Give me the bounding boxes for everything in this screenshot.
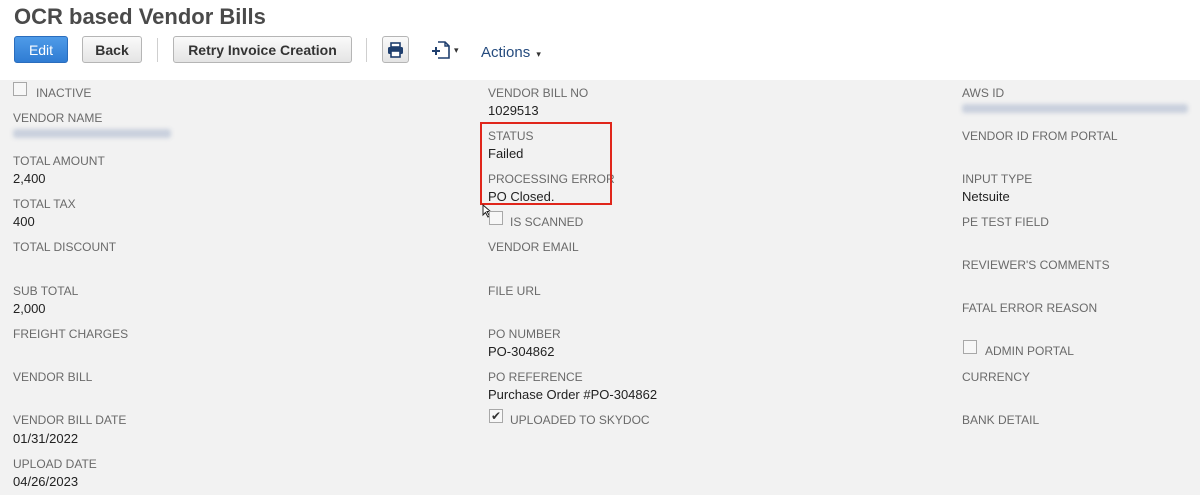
chevron-down-icon: ▾ bbox=[536, 49, 541, 59]
total-amount-value: 2,400 bbox=[13, 171, 46, 186]
vendor-name-redacted-value bbox=[13, 129, 171, 138]
bank-detail-label: BANK DETAIL bbox=[962, 413, 1040, 427]
toolbar-divider bbox=[366, 38, 367, 62]
checkmark-icon: ✔ bbox=[490, 409, 502, 423]
printer-icon bbox=[388, 41, 403, 58]
total-tax-label: TOTAL TAX bbox=[13, 197, 76, 211]
vendor-bill-no-label: VENDOR BILL NO bbox=[488, 86, 589, 100]
aws-id-label: AWS ID bbox=[962, 86, 1005, 100]
vendor-bill-label: VENDOR BILL bbox=[13, 370, 93, 384]
new-record-menu[interactable]: ▾ bbox=[430, 38, 459, 62]
aws-id-redacted-value bbox=[962, 104, 1188, 113]
vendor-bill-date-label: VENDOR BILL DATE bbox=[13, 413, 127, 427]
is-scanned-label: IS SCANNED bbox=[510, 215, 584, 229]
total-amount-label: TOTAL AMOUNT bbox=[13, 154, 105, 168]
retry-invoice-creation-button[interactable]: Retry Invoice Creation bbox=[173, 36, 352, 63]
chevron-down-icon: ▾ bbox=[454, 44, 459, 55]
file-url-label: FILE URL bbox=[488, 284, 541, 298]
vendor-id-from-portal-label: VENDOR ID FROM PORTAL bbox=[962, 129, 1118, 143]
actions-label: Actions bbox=[481, 44, 531, 61]
po-number-label: PO NUMBER bbox=[488, 327, 561, 341]
reviewers-comments-label: REVIEWER'S COMMENTS bbox=[962, 258, 1110, 272]
is-scanned-checkbox[interactable] bbox=[489, 211, 503, 225]
inactive-label: INACTIVE bbox=[36, 86, 92, 100]
input-type-label: INPUT TYPE bbox=[962, 172, 1033, 186]
currency-label: CURRENCY bbox=[962, 370, 1031, 384]
freight-charges-label: FREIGHT CHARGES bbox=[13, 327, 129, 341]
vendor-bill-date-value: 01/31/2022 bbox=[13, 431, 79, 446]
sub-total-label: SUB TOTAL bbox=[13, 284, 79, 298]
admin-portal-checkbox[interactable] bbox=[963, 340, 977, 354]
admin-portal-label: ADMIN PORTAL bbox=[985, 344, 1074, 358]
total-discount-label: TOTAL DISCOUNT bbox=[13, 240, 117, 254]
toolbar-divider bbox=[157, 38, 158, 62]
inactive-checkbox[interactable] bbox=[13, 82, 27, 96]
page-header: OCR based Vendor Bills Edit Back Retry I… bbox=[0, 0, 1200, 80]
actions-menu[interactable]: Actions ▾ bbox=[481, 44, 541, 61]
back-button[interactable]: Back bbox=[82, 36, 142, 63]
total-tax-value: 400 bbox=[13, 214, 35, 229]
po-number-value: PO-304862 bbox=[488, 344, 555, 359]
uploaded-to-skydoc-checkbox[interactable]: ✔ bbox=[489, 409, 503, 423]
po-reference-value: Purchase Order #PO-304862 bbox=[488, 387, 658, 402]
print-button[interactable] bbox=[382, 36, 409, 63]
pe-test-field-label: PE TEST FIELD bbox=[962, 215, 1049, 229]
upload-date-value: 04/26/2023 bbox=[13, 474, 79, 489]
sub-total-value: 2,000 bbox=[13, 301, 46, 316]
fatal-error-reason-label: FATAL ERROR REASON bbox=[962, 301, 1098, 315]
input-type-value: Netsuite bbox=[962, 189, 1010, 204]
vendor-email-label: VENDOR EMAIL bbox=[488, 240, 579, 254]
page-title: OCR based Vendor Bills bbox=[14, 4, 266, 29]
highlight-box bbox=[480, 122, 612, 205]
edit-button[interactable]: Edit bbox=[14, 36, 68, 63]
new-record-icon bbox=[432, 41, 450, 59]
uploaded-to-skydoc-label: UPLOADED TO SKYDOC bbox=[510, 413, 650, 427]
vendor-name-label: VENDOR NAME bbox=[13, 111, 103, 125]
vendor-bill-no-value: 1029513 bbox=[488, 103, 539, 118]
po-reference-label: PO REFERENCE bbox=[488, 370, 583, 384]
upload-date-label: UPLOAD DATE bbox=[13, 457, 97, 471]
